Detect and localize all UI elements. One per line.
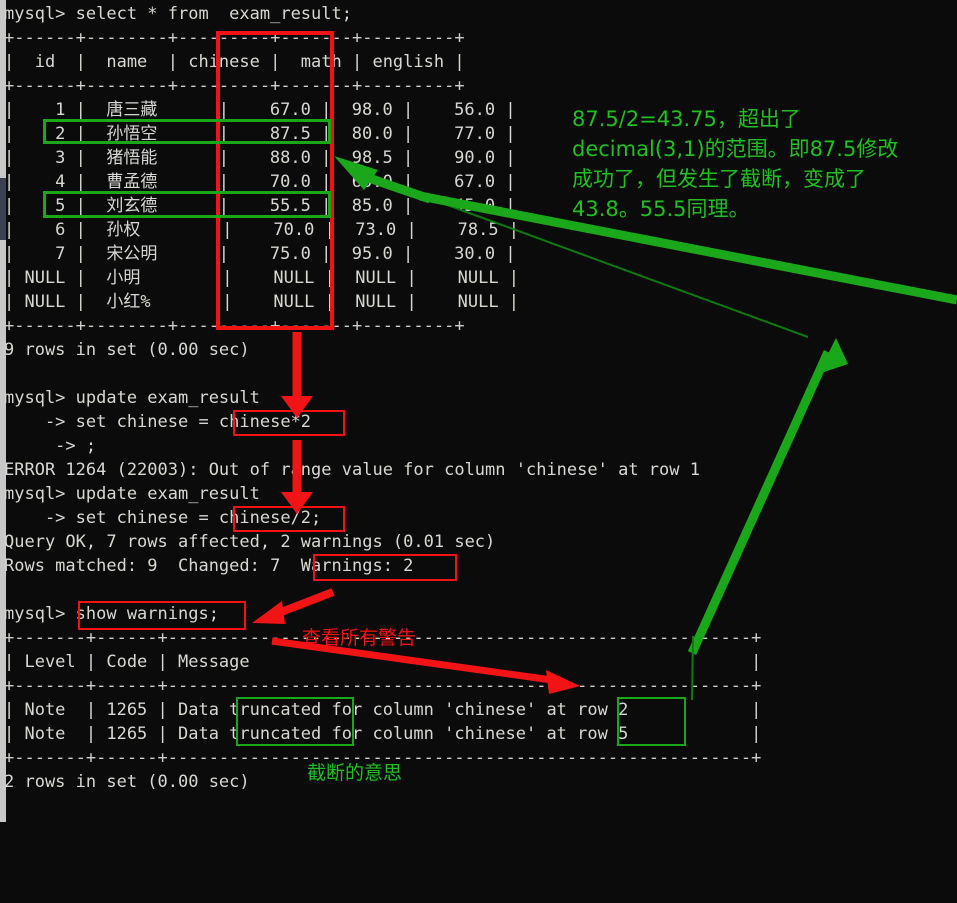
highlight-box-row-5 <box>43 191 331 218</box>
terminal-window: mysql> select * from exam_result; +-----… <box>0 0 957 822</box>
annotation-decimal-overflow-note: 87.5/2=43.75，超出了 decimal(3,1)的范围。即87.5修改… <box>572 107 899 221</box>
highlight-box-row-numbers <box>617 697 686 746</box>
rows-in-set-status-2: 2 rows in set (0.00 sec) <box>4 772 250 792</box>
highlight-box-row-2 <box>43 119 331 144</box>
query-ok-status: Query OK, 7 rows affected, 2 warnings (0… <box>4 532 496 552</box>
sql-error-message: ERROR 1264 (22003): Out of range value f… <box>4 460 700 480</box>
warnings-rule-mid: +-------+------+------------------------… <box>4 676 762 696</box>
highlight-box-show-warnings <box>78 601 246 630</box>
highlight-box-truncated-keyword <box>236 697 354 746</box>
annotation-show-all-warnings: 查看所有警告 <box>302 627 417 649</box>
highlight-box-warnings-count <box>313 554 457 581</box>
highlight-box-chinese-divide <box>233 506 345 532</box>
sql-prompt-update-1: mysql> update exam_result <box>4 388 260 408</box>
highlight-box-chinese-multiply <box>233 410 345 436</box>
highlight-box-chinese-column <box>216 31 334 330</box>
sql-continuation-semicolon: -> ; <box>4 436 97 456</box>
rows-in-set-status-1: 9 rows in set (0.00 sec) <box>4 340 250 360</box>
annotation-truncated-meaning: 截断的意思 <box>307 762 403 784</box>
sql-prompt-select: mysql> select * from exam_result; <box>4 4 352 24</box>
warnings-header-row: | Level | Code | Message | <box>4 652 762 672</box>
sql-prompt-update-2: mysql> update exam_result <box>4 484 260 504</box>
